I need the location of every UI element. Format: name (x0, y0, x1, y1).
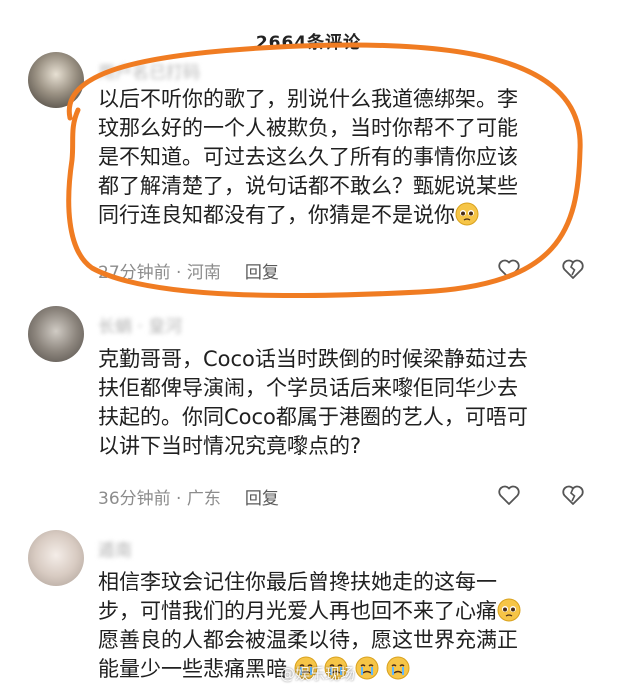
heart-outline-icon[interactable] (497, 483, 521, 507)
meta-separator: · (170, 263, 187, 283)
comment-text-line: 以后不听你的歌了，别说什么我道德绑架。李 (98, 87, 518, 111)
comment-text-line: 步，可惜我们的月光爱人再也回不来了心痛 (98, 597, 598, 626)
crying-face-emoji-icon (355, 656, 379, 680)
comment-text-line: 是不知道。可过去这么久了所有的事情你应该 (98, 145, 518, 169)
watermark: @娱乐现场 (280, 665, 356, 683)
comment-count-header: 2664条评论 (255, 33, 362, 53)
comment-text-line: 愿善良的人都会被温柔以待，愿这世界充满正 (98, 628, 518, 652)
broken-heart-outline-icon[interactable] (561, 257, 585, 281)
comment-username[interactable]: 遁南 (98, 536, 132, 561)
comment-text-line: 扶佢都俾导演闹，个学员话后来嚟佢同华少去 (98, 376, 518, 400)
comment-text-line: 相信李玟会记住你最后曾搀扶她走的这每一 (98, 570, 497, 594)
comment-text-line: 克勤哥哥，Coco话当时跌倒的时候梁静茹过去 (98, 347, 528, 371)
avatar[interactable] (28, 306, 84, 362)
comment-meta: 36分钟前 · 广东 回复 (98, 484, 279, 509)
comment-text-line: 同行连良知都没有了，你猜是不是说你 (98, 201, 598, 230)
comment-username[interactable]: 用户名已打码 (98, 58, 200, 83)
avatar[interactable] (28, 530, 84, 586)
broken-heart-outline-icon[interactable] (561, 483, 585, 507)
comment-text-segment: 能量少一些悲痛黑暗 (98, 657, 287, 681)
comment-time: 27分钟前 (98, 263, 171, 283)
comment-text-line: 都了解清楚了，说句话都不敢么？甄妮说某些 (98, 174, 518, 198)
comment-text-segment: 步，可惜我们的月光爱人再也回不来了心痛 (98, 599, 497, 623)
comment-text: 克勤哥哥，Coco话当时跌倒的时候梁静茹过去 扶佢都俾导演闹，个学员话后来嚟佢同… (98, 345, 598, 461)
comment-location: 广东 (186, 489, 221, 509)
pleading-face-emoji-icon (497, 598, 521, 622)
comment-time: 36分钟前 (98, 489, 171, 509)
reply-button[interactable]: 回复 (245, 489, 279, 509)
pleading-face-emoji-icon (455, 202, 479, 226)
meta-separator: · (170, 489, 187, 509)
crying-face-emoji-icon (386, 656, 410, 680)
comment-meta: 27分钟前 · 河南 回复 (98, 258, 279, 283)
avatar[interactable] (28, 52, 84, 108)
comment-text-segment: 同行连良知都没有了，你猜是不是说你 (98, 203, 455, 227)
comment-location: 河南 (186, 263, 221, 283)
comment-text-line: 玟那么好的一个人被欺负，当时你帮不了可能 (98, 116, 518, 140)
heart-outline-icon[interactable] (497, 257, 521, 281)
comment-text: 以后不听你的歌了，别说什么我道德绑架。李 玟那么好的一个人被欺负，当时你帮不了可… (98, 85, 598, 230)
comment-text-line: 以讲下当时情况究竟嚟点的? (98, 434, 362, 458)
reply-button[interactable]: 回复 (245, 263, 279, 283)
comment-username[interactable]: 长蛸 · 皇河 (98, 312, 182, 337)
comment-text-line: 扶起的。你同Coco都属于港圈的艺人，可唔可 (98, 405, 528, 429)
